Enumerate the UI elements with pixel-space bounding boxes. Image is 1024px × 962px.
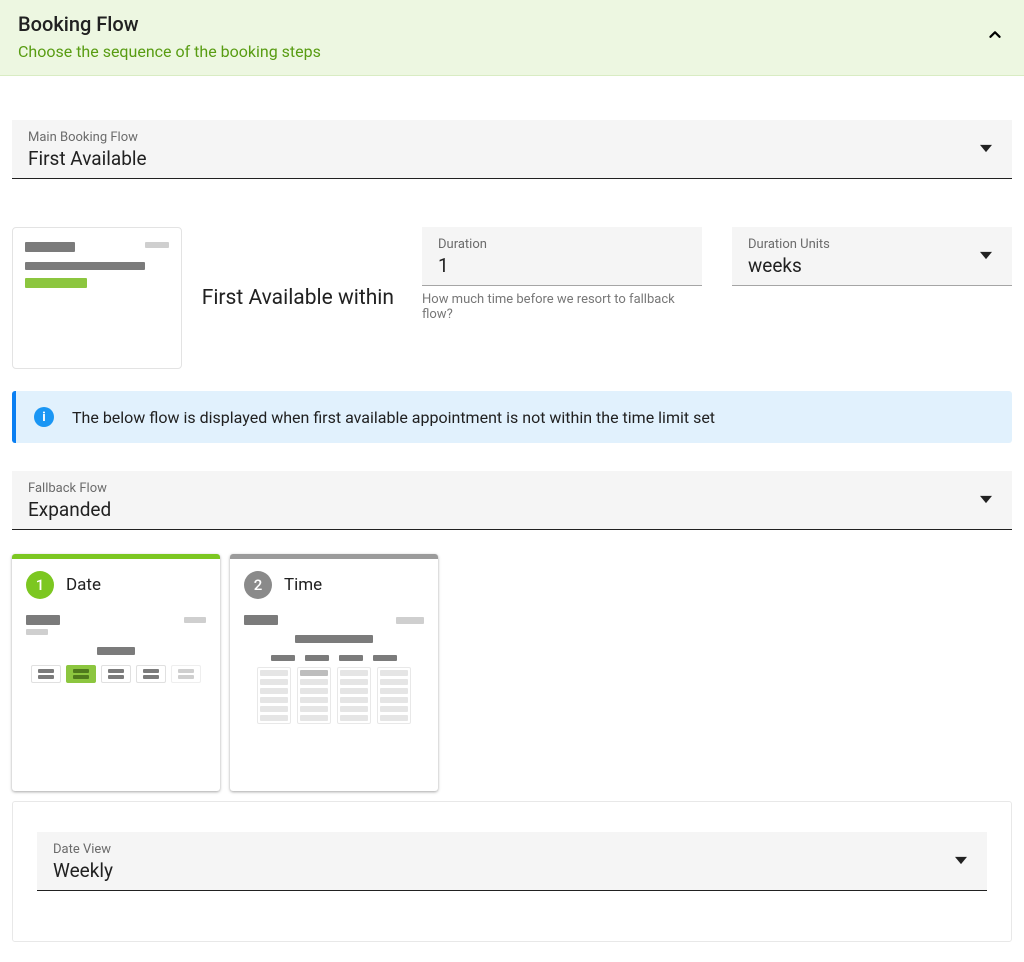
booking-flow-accordion-header[interactable]: Booking Flow Choose the sequence of the … (0, 0, 1024, 76)
first-available-label: First Available within (202, 286, 394, 310)
chevron-up-icon[interactable] (984, 24, 1006, 50)
section-title: Booking Flow (18, 12, 321, 36)
section-subtitle: Choose the sequence of the booking steps (18, 42, 321, 61)
first-available-preview (12, 227, 182, 369)
select-label: Fallback Flow (28, 481, 996, 496)
info-banner: i The below flow is displayed when first… (12, 391, 1012, 443)
select-value: First Available (28, 147, 996, 170)
step-number: 1 (26, 571, 54, 599)
step-card-date[interactable]: 1 Date (12, 554, 220, 791)
step-settings-panel: Date View Weekly (12, 801, 1012, 942)
chevron-down-icon (955, 852, 967, 871)
info-text: The below flow is displayed when first a… (72, 408, 715, 427)
select-label: Date View (53, 842, 971, 857)
info-icon: i (34, 407, 54, 427)
select-value: weeks (748, 254, 996, 277)
step-title: Date (66, 575, 101, 595)
input-value: 1 (438, 254, 686, 277)
step-number: 2 (244, 571, 272, 599)
chevron-down-icon (980, 247, 992, 266)
select-label: Main Booking Flow (28, 130, 996, 145)
step-title: Time (284, 575, 322, 595)
select-value: Weekly (53, 859, 971, 882)
date-step-preview (12, 611, 220, 703)
main-booking-flow-select[interactable]: Main Booking Flow First Available (12, 120, 1012, 179)
select-label: Duration Units (748, 237, 996, 252)
duration-helper: How much time before we resort to fallba… (422, 292, 702, 322)
step-card-time[interactable]: 2 Time (230, 554, 438, 791)
chevron-down-icon (980, 140, 992, 159)
duration-input[interactable]: Duration 1 (422, 227, 702, 286)
input-label: Duration (438, 237, 686, 252)
duration-units-select[interactable]: Duration Units weeks (732, 227, 1012, 286)
select-value: Expanded (28, 498, 996, 521)
date-view-select[interactable]: Date View Weekly (37, 832, 987, 891)
time-step-preview (230, 611, 438, 791)
chevron-down-icon (980, 491, 992, 510)
fallback-flow-select[interactable]: Fallback Flow Expanded (12, 471, 1012, 530)
